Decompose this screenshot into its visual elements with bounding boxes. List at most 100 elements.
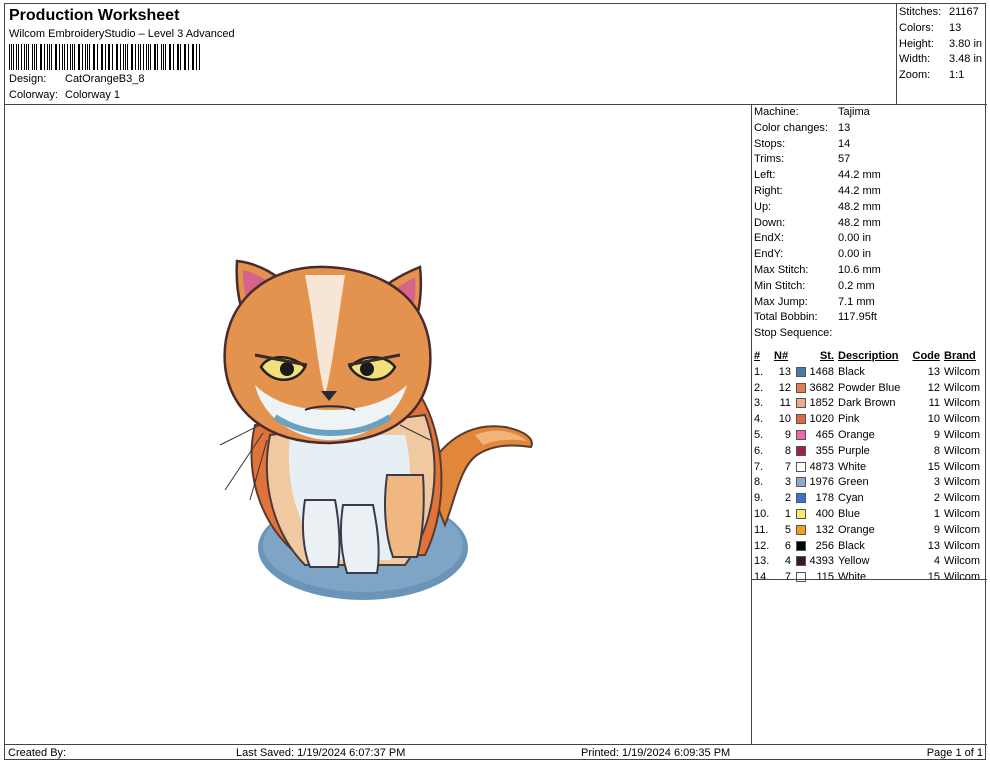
info-row: EndX: 0.00 in [754, 232, 872, 245]
info-row: Trims: 57 [754, 153, 851, 166]
design-preview [5, 105, 752, 744]
swatch-box [796, 461, 806, 472]
color-code: 10 [927, 413, 940, 426]
color-code: 1 [933, 507, 940, 520]
color-code: 8 [933, 444, 940, 457]
stop-row: 9. 2 178 Cyan 2 Wilcom [752, 491, 985, 507]
colorway-value: Colorway 1 [65, 89, 121, 101]
barcode-bar [132, 44, 133, 70]
needle-number: 6 [784, 539, 791, 552]
barcode-bar [145, 44, 147, 70]
color-swatch [793, 444, 809, 460]
stop-sequence-panel: # N# St. Description Code Brand 1. 13 1468… [752, 349, 987, 586]
barcode-bar [94, 44, 96, 70]
machine-info-panel: Machine: Tajima Color changes: 13 Stops: 14… [752, 105, 987, 342]
color-description: Green [838, 476, 869, 489]
col-description: Description [838, 350, 899, 362]
stop-number: 5. [754, 428, 764, 441]
stop-table-header: # N# St. Description Code Brand [752, 349, 985, 365]
stop-row: 1. 13 1468 Black 13 Wilcom [752, 365, 985, 381]
stop-row: 10. 1 400 Blue 1 Wilcom [752, 507, 985, 523]
color-code: 15 [927, 460, 940, 473]
needle-number: 11 [779, 397, 791, 410]
barcode-bar [89, 44, 91, 70]
needle-number: 5 [784, 523, 791, 536]
color-code: 2 [933, 492, 940, 505]
swatch-box [796, 540, 806, 551]
stop-number: 11. [754, 523, 769, 536]
color-description: Blue [838, 507, 861, 520]
barcode-bar [43, 44, 45, 70]
barcode-bar [119, 44, 121, 70]
stitch-count: 1468 [809, 365, 834, 378]
stop-row: 3. 11 1852 Dark Brown 11 Wilcom [752, 396, 985, 412]
color-code: 9 [933, 428, 940, 441]
stop-number: 10. [754, 507, 770, 520]
barcode-bar [199, 44, 200, 70]
barcode-bar [172, 44, 174, 70]
stitch-count: 132 [815, 523, 834, 536]
stop-row: 5. 9 465 Orange 9 Wilcom [752, 428, 985, 444]
barcode-bar [187, 44, 189, 70]
worksheet: Production Worksheet Wilcom EmbroiderySt… [4, 3, 987, 760]
barcode-bar [64, 44, 65, 70]
needle-number: 7 [784, 460, 791, 473]
color-description: Purple [838, 444, 870, 457]
barcode [9, 44, 201, 70]
barcode-bar [54, 44, 56, 70]
stop-number: 6. [754, 444, 764, 457]
info-row: Min Stitch: 0.2 mm [754, 279, 875, 292]
info-row: Up: 48.2 mm [754, 200, 881, 213]
thread-brand: Wilcom [944, 492, 981, 505]
needle-number: 4 [784, 555, 791, 568]
thread-brand: Wilcom [944, 428, 981, 441]
col-code: Code [912, 350, 941, 362]
last-saved: Last Saved: 1/19/2024 6:07:37 PM [236, 747, 406, 759]
barcode-bar [109, 44, 110, 70]
needle-number: 9 [784, 428, 791, 441]
left-leg [301, 499, 341, 568]
colorway-row: Colorway: Colorway 1 [9, 89, 120, 101]
stop-number: 8. [754, 476, 764, 489]
barcode-bar [180, 44, 181, 70]
barcode-bar [16, 44, 18, 70]
stat-height: Height: 3.80 in [899, 37, 983, 50]
col-stitches: St. [819, 350, 834, 362]
stat-stitches: Stitches: 21167 [899, 6, 979, 18]
barcode-bar [101, 44, 103, 70]
swatch-box [796, 366, 806, 377]
barcode-bar [111, 44, 113, 70]
barcode-bar [81, 44, 83, 70]
color-swatch [793, 491, 809, 507]
info-row: Stops: 14 [754, 137, 851, 150]
needle-number: 2 [784, 492, 791, 505]
barcode-bar [157, 44, 159, 70]
info-row: Down: 48.2 mm [754, 216, 881, 229]
color-code: 11 [928, 397, 940, 410]
stop-row: 2. 12 3682 Powder Blue 12 Wilcom [752, 381, 985, 397]
stitch-count: 256 [815, 539, 834, 552]
stop-number: 4. [754, 413, 764, 426]
barcode-bar [147, 44, 149, 70]
stop-number: 1. [754, 365, 764, 378]
stat-zoom: Zoom: 1:1 [899, 69, 965, 82]
color-description: Orange [838, 428, 875, 441]
swatch-box [796, 572, 806, 583]
color-swatch [793, 428, 809, 444]
info-row: Machine: Tajima [754, 106, 870, 118]
swatch-box [796, 430, 806, 441]
color-code: 13 [927, 539, 940, 552]
info-row: Left: 44.2 mm [754, 169, 881, 182]
color-swatch [793, 365, 809, 381]
barcode-bar [77, 44, 79, 70]
stop-row: 13. 4 4393 Yellow 4 Wilcom [752, 554, 985, 570]
info-row: Right: 44.2 mm [754, 184, 881, 197]
stop-sequence-table: # N# St. Description Code Brand 1. 13 1468… [752, 349, 985, 586]
stitch-count: 178 [815, 492, 834, 505]
color-swatch [793, 412, 809, 428]
color-swatch [793, 460, 809, 476]
stitch-count: 1020 [809, 413, 834, 426]
color-swatch [793, 539, 809, 555]
stitch-count: 1852 [809, 397, 834, 410]
color-code: 13 [927, 365, 940, 378]
